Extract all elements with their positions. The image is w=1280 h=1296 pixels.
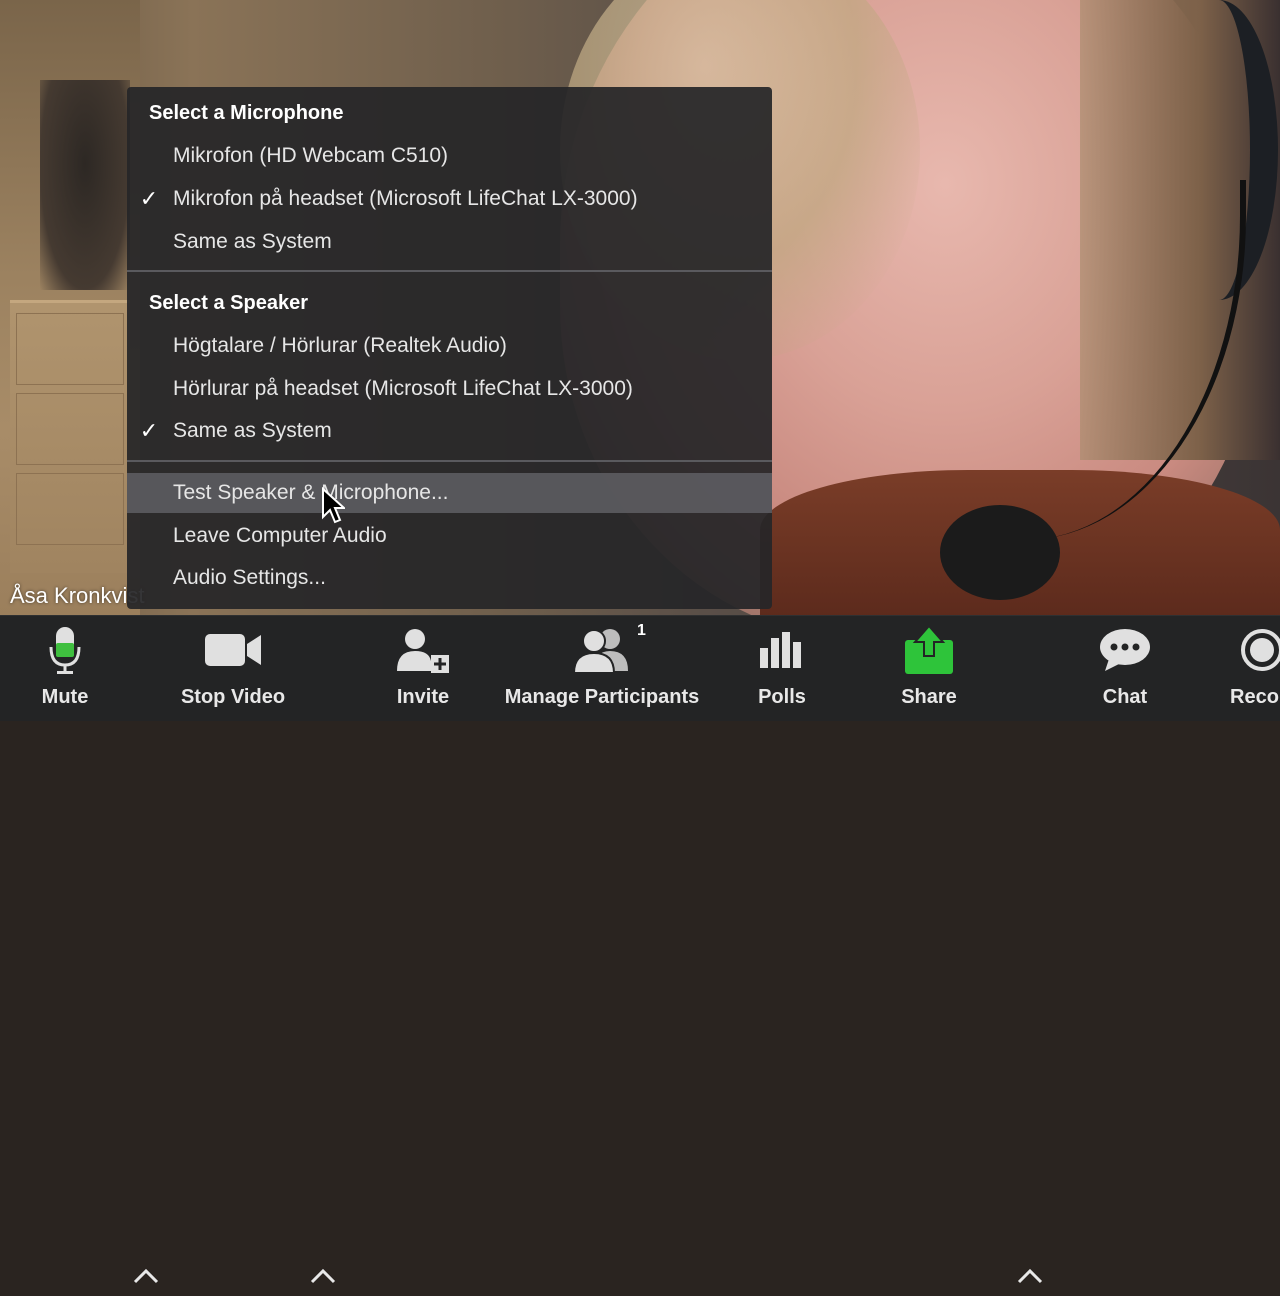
menu-item-label: Mikrofon på headset (Microsoft LifeChat … — [173, 187, 638, 210]
microphone-option-webcam[interactable]: Mikrofon (HD Webcam C510) — [127, 136, 772, 176]
checkmark-icon: ✓ — [139, 418, 159, 443]
polls-button[interactable]: Polls — [752, 616, 812, 721]
menu-item-label: Same as System — [173, 230, 332, 253]
meeting-toolbar: Mute Stop Video Invite Manage Participan… — [0, 615, 1280, 1284]
chat-button[interactable]: Chat — [1095, 616, 1155, 721]
speaker-option-headset[interactable]: Hörlurar på headset (Microsoft LifeChat … — [127, 369, 772, 409]
caret-up-icon — [310, 1268, 336, 1284]
participants-icon — [572, 616, 632, 684]
participant-name-label: Åsa Kronkvist — [10, 583, 145, 608]
stop-video-button[interactable]: Stop Video — [172, 616, 294, 721]
menu-item-label: Leave Computer Audio — [173, 524, 387, 547]
invite-label: Invite — [396, 686, 450, 708]
mouse-cursor-icon — [322, 487, 345, 524]
microphone-section-header: Select a Microphone — [149, 102, 344, 124]
chat-label: Chat — [1102, 686, 1148, 708]
manage-participants-label: Manage Participants — [504, 686, 700, 708]
headset-mic-foam — [940, 505, 1060, 600]
menu-item-label: Test Speaker & Microphone... — [173, 481, 449, 504]
manage-participants-button[interactable]: Manage Participants — [496, 616, 708, 721]
menu-divider — [127, 270, 772, 272]
menu-item-label: Högtalare / Hörlurar (Realtek Audio) — [173, 334, 507, 357]
share-screen-icon — [903, 616, 955, 684]
mute-button[interactable]: Mute — [28, 616, 102, 721]
cabinet-drawer — [16, 473, 124, 545]
share-options-caret[interactable] — [1015, 1256, 1045, 1296]
menu-item-label: Audio Settings... — [173, 566, 326, 589]
record-button[interactable]: Reco — [1230, 616, 1280, 721]
audio-settings-item[interactable]: Audio Settings... — [127, 558, 772, 598]
menu-divider — [127, 460, 772, 462]
invite-person-icon — [395, 616, 451, 684]
background-shelf — [40, 80, 130, 290]
video-options-caret[interactable] — [308, 1256, 338, 1296]
video-camera-icon — [204, 616, 262, 684]
invite-button[interactable]: Invite — [388, 616, 458, 721]
audio-options-menu: Select a Microphone Mikrofon (HD Webcam … — [127, 87, 772, 609]
leave-computer-audio-item[interactable]: Leave Computer Audio — [127, 516, 772, 556]
record-label: Reco — [1230, 686, 1279, 708]
speaker-option-same-as-system[interactable]: ✓ Same as System — [127, 411, 772, 451]
stop-video-label: Stop Video — [180, 686, 286, 708]
share-label: Share — [901, 686, 957, 708]
menu-item-label: Same as System — [173, 419, 332, 442]
menu-item-label: Hörlurar på headset (Microsoft LifeChat … — [173, 377, 633, 400]
mute-label: Mute — [41, 686, 89, 708]
speaker-section-header: Select a Speaker — [149, 292, 308, 314]
caret-up-icon — [1017, 1268, 1043, 1284]
audio-options-caret[interactable] — [131, 1256, 161, 1296]
menu-item-label: Mikrofon (HD Webcam C510) — [173, 144, 449, 167]
polls-icon — [758, 616, 806, 684]
microphone-icon — [48, 616, 82, 684]
polls-label: Polls — [758, 686, 806, 708]
test-speaker-microphone-item[interactable]: Test Speaker & Microphone... — [127, 473, 772, 513]
cabinet-drawer — [16, 393, 124, 465]
background-cabinet — [10, 300, 130, 573]
share-screen-button[interactable]: Share — [893, 616, 965, 721]
speaker-option-realtek[interactable]: Högtalare / Hörlurar (Realtek Audio) — [127, 326, 772, 366]
microphone-option-headset[interactable]: ✓ Mikrofon på headset (Microsoft LifeCha… — [127, 179, 772, 219]
participant-count-badge: 1 — [637, 622, 646, 639]
microphone-option-same-as-system[interactable]: Same as System — [127, 222, 772, 262]
record-icon — [1230, 616, 1280, 684]
chat-bubble-icon — [1099, 616, 1151, 684]
cabinet-drawer — [16, 313, 124, 385]
checkmark-icon: ✓ — [139, 186, 159, 211]
caret-up-icon — [133, 1268, 159, 1284]
